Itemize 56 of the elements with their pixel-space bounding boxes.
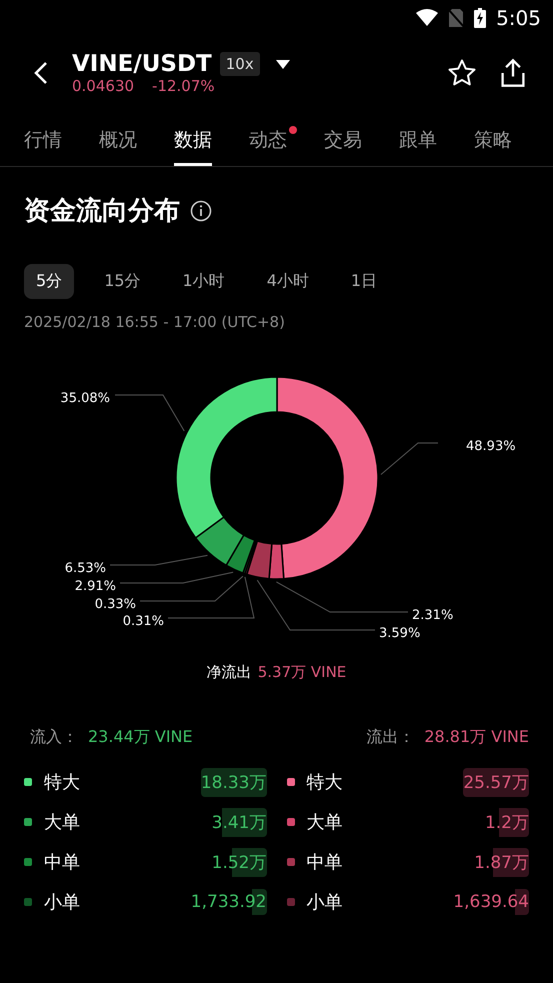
nav-tab[interactable]: 数据 bbox=[174, 116, 212, 166]
amount-value: 1,639.64 bbox=[453, 889, 529, 915]
nav-tab[interactable]: 动态 bbox=[249, 116, 297, 166]
section-title: 资金流向分布 bbox=[24, 195, 180, 228]
period-tab[interactable]: 1日 bbox=[338, 264, 390, 299]
order-size-label: 大单 bbox=[44, 811, 81, 834]
order-size-label: 中单 bbox=[306, 851, 344, 874]
net-flow-label: 净流出 bbox=[206, 663, 252, 682]
order-size-label: 小单 bbox=[44, 891, 81, 914]
leverage-badge: 10x bbox=[220, 52, 260, 76]
slice-label: 6.53% bbox=[64, 561, 106, 576]
inflow-total: 23.44万 VINE bbox=[88, 727, 193, 748]
period-tab[interactable]: 4小时 bbox=[254, 264, 321, 299]
amount-value: 1.87万 bbox=[474, 848, 529, 876]
net-flow-value: 5.37万 VINE bbox=[258, 663, 346, 682]
outflow-label: 流出： bbox=[366, 727, 414, 748]
nav-tab[interactable]: 概况 bbox=[99, 116, 137, 166]
amount-value: 1,733.92 bbox=[190, 889, 266, 915]
battery-charging-icon bbox=[474, 8, 486, 28]
slice-label: 3.59% bbox=[379, 626, 420, 641]
amount-value: 18.33万 bbox=[200, 768, 266, 796]
amount-value: 3.41万 bbox=[212, 808, 266, 836]
order-size-label: 大单 bbox=[306, 811, 344, 834]
leader-line bbox=[114, 394, 185, 432]
period-tab[interactable]: 1小时 bbox=[170, 264, 237, 299]
dropdown-caret-icon[interactable] bbox=[276, 60, 290, 68]
order-size-label: 特大 bbox=[306, 771, 344, 794]
inflow-label: 流入： bbox=[30, 727, 78, 748]
status-time: 5:05 bbox=[496, 6, 541, 30]
leader-line bbox=[380, 442, 438, 476]
nav-tab[interactable]: 交易 bbox=[324, 116, 362, 166]
last-price: 0.04630 bbox=[72, 77, 134, 95]
slice-label: 0.31% bbox=[122, 614, 164, 629]
period-tab[interactable]: 5分 bbox=[24, 264, 74, 299]
period-tab[interactable]: 15分 bbox=[92, 264, 153, 299]
info-icon[interactable] bbox=[190, 200, 212, 222]
date-range: 2025/02/18 16:55 - 17:00 (UTC+8) bbox=[23, 312, 286, 331]
outflow-total: 28.81万 VINE bbox=[424, 727, 529, 748]
amount-value: 25.57万 bbox=[463, 768, 529, 796]
order-size-label: 小单 bbox=[306, 891, 344, 914]
order-size-label: 特大 bbox=[44, 771, 81, 794]
slice-label: 48.93% bbox=[466, 439, 516, 454]
pair-title: VINE/USDT bbox=[72, 51, 212, 77]
nav-tab[interactable]: 行情 bbox=[24, 116, 62, 166]
order-size-label: 中单 bbox=[44, 851, 81, 874]
slice-label: 0.33% bbox=[94, 597, 136, 612]
wifi-icon bbox=[416, 9, 438, 27]
amount-value: 1.52万 bbox=[212, 848, 266, 876]
slice-label: 35.08% bbox=[60, 391, 110, 406]
nav-tab[interactable]: 策略 bbox=[474, 116, 512, 166]
slice-label: 2.91% bbox=[74, 579, 116, 594]
no-sim-icon bbox=[448, 8, 464, 28]
price-change: -12.07% bbox=[152, 77, 215, 95]
amount-value: 1.2万 bbox=[484, 808, 529, 836]
nav-tab[interactable]: 跟单 bbox=[399, 116, 437, 166]
slice-label: 2.31% bbox=[412, 608, 454, 623]
